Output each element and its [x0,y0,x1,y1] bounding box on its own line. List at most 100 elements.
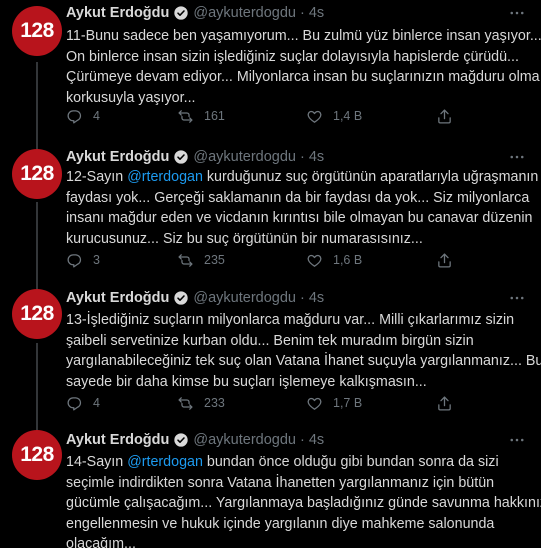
reply-icon [66,108,83,125]
tweet-text-line: 12-Sayın @rterdogan kurduğunuz suç örgüt… [66,167,538,188]
tweet-text-line: On binlerce insan sizin işlediğiniz suçl… [66,47,521,68]
tweet-text-line: Çürümeye devam ediyor... Milyonlarca ins… [66,67,540,88]
text-segment: şaibeli servetinize kurban oldu... Benim… [66,332,474,349]
tweet-timestamp[interactable]: 4s [309,149,324,165]
text-segment: faydası yok... Gerçeği saklamanın da bir… [66,189,530,206]
mention-link[interactable]: @rterdogan [127,169,203,185]
text-segment: insanı mağdur eden ve vicdanın kırıntısı… [66,210,533,226]
avatar[interactable]: 128 [12,289,62,339]
separator-dot: · [299,290,305,306]
tweet-header: Aykut Erdoğdu @aykuterdogdu · 4s [66,3,324,23]
tweet-text-line: insanı mağdur eden ve vicdanın kırıntısı… [66,208,533,229]
author-name[interactable]: Aykut Erdoğdu [66,149,169,165]
share-button[interactable] [436,393,453,413]
reply-button[interactable]: 3 [66,250,100,270]
author-handle[interactable]: @aykuterdogdu [193,149,296,165]
reply-icon [66,252,83,269]
like-button[interactable]: 1,6 B [306,250,362,270]
avatar[interactable]: 128 [12,430,62,480]
more-options-icon[interactable] [507,430,527,450]
tweet-text-line: 14-Sayın @rterdogan bundan önce olduğu g… [66,452,521,473]
retweet-count: 235 [204,253,225,267]
mention-link[interactable]: @rterdogan [127,454,203,470]
thread-connector-line [36,343,38,435]
text-segment: korkusuyla yaşıyor... [66,89,196,106]
tweet-header: Aykut Erdoğdu @aykuterdogdu · 4s [66,430,324,450]
share-button[interactable] [436,250,453,270]
tweet-timestamp[interactable]: 4s [309,290,324,306]
tweet-text-line: gücümle çalışacağım... Yargılanmaya başl… [66,493,541,514]
share-button[interactable] [436,106,453,126]
text-segment: 13-İşlediğiniz suçların milyonlarca mağd… [66,312,515,328]
text-segment: kurduğunuz suç örgütünün aparatlarıyla u… [202,169,539,185]
like-count: 1,6 B [333,253,363,267]
share-icon [436,395,453,412]
author-handle[interactable]: @aykuterdogdu [193,5,296,21]
tweet-text-line: faydası yok... Gerçeği saklamanın da bir… [66,188,529,209]
retweet-icon [177,395,194,412]
like-button[interactable]: 1,4 B [306,106,362,126]
retweet-button[interactable]: 235 [177,250,225,270]
heart-icon [306,395,323,412]
tweet-text: 13-İşlediğiniz suçların milyonlarca mağd… [66,310,541,393]
separator-dot: · [299,149,305,165]
tweet-header: Aykut Erdoğdu @aykuterdogdu · 4s [66,147,324,167]
retweet-icon [177,108,194,125]
avatar[interactable]: 128 [12,149,62,199]
more-options-icon[interactable] [507,288,527,308]
verified-badge-icon [173,149,189,165]
tweet-text-line: yargılanabileceğiniz tek suç olan Vatana… [66,351,541,372]
text-segment: Çürümeye devam ediyor... Milyonlarca ins… [66,69,540,85]
retweet-button[interactable]: 233 [177,393,225,413]
text-segment: olacağım... [66,536,136,548]
retweet-button[interactable]: 161 [177,106,225,126]
text-segment: gücümle çalışacağım... Yargılanmaya başl… [66,495,541,511]
author-name[interactable]: Aykut Erdoğdu [66,5,169,21]
author-handle[interactable]: @aykuterdogdu [193,432,296,448]
text-segment: 12-Sayın [66,169,128,185]
tweet-text-line: 11-Bunu sadece ben yaşamıyorum... Bu zul… [66,26,541,47]
verified-badge-icon [173,5,189,21]
tweet-text-line: olacağım... [66,534,521,548]
tweet-actions: 3 235 1,6 B [66,250,486,270]
text-segment: engellenmesin ve hukuk içinde yargılanın… [66,515,495,532]
author-name[interactable]: Aykut Erdoğdu [66,290,169,306]
tweet-header: Aykut Erdoğdu @aykuterdogdu · 4s [66,288,324,308]
thread-connector-line [36,62,38,152]
author-handle[interactable]: @aykuterdogdu [193,290,296,306]
heart-icon [306,108,323,125]
retweet-count: 233 [204,396,225,410]
tweet-text-line: sayede bir daha kimse bu suçları işlemey… [66,372,521,393]
like-button[interactable]: 1,7 B [306,393,362,413]
reply-button[interactable]: 4 [66,393,100,413]
separator-dot: · [299,5,305,21]
like-count: 1,4 B [333,109,363,123]
avatar[interactable]: 128 [12,6,62,56]
tweet-text-line: seçimle indirdikten sonra Vatana İhanett… [66,473,521,494]
more-options-icon[interactable] [507,3,527,23]
text-segment: kurucusunuz... Siz bu suç örgütünün bir … [66,230,423,247]
tweet-thread: 128 Aykut Erdoğdu @aykuterdogdu · 4s 11-Bunu … [0,0,541,548]
verified-badge-icon [173,290,189,306]
thread-connector-line [36,202,38,292]
tweet-text-line: kurucusunuz... Siz bu suç örgütünün bir … [66,229,521,250]
share-icon [436,252,453,269]
text-segment: yargılanabileceğiniz tek suç olan Vatana… [66,353,541,369]
reply-button[interactable]: 4 [66,106,100,126]
share-icon [436,108,453,125]
reply-icon [66,395,83,412]
text-segment: 14-Sayın [66,454,128,470]
author-name[interactable]: Aykut Erdoğdu [66,432,169,448]
tweet-text-line: korkusuyla yaşıyor... [66,88,521,109]
text-segment: seçimle indirdikten sonra Vatana İhanett… [66,474,495,491]
more-options-icon[interactable] [507,147,527,167]
text-segment: 11-Bunu sadece ben yaşamıyorum... Bu zul… [66,28,541,44]
replie-count: 3 [93,253,100,267]
tweet-timestamp[interactable]: 4s [309,5,324,21]
tweet-timestamp[interactable]: 4s [309,432,324,448]
text-segment: bundan önce olduğu gibi bundan sonra da … [202,454,499,470]
retweet-icon [177,252,194,269]
tweet-text: 14-Sayın @rterdogan bundan önce olduğu g… [66,452,541,548]
tweet-text-line: şaibeli servetinize kurban oldu... Benim… [66,331,521,352]
tweet-text: 12-Sayın @rterdogan kurduğunuz suç örgüt… [66,167,538,250]
